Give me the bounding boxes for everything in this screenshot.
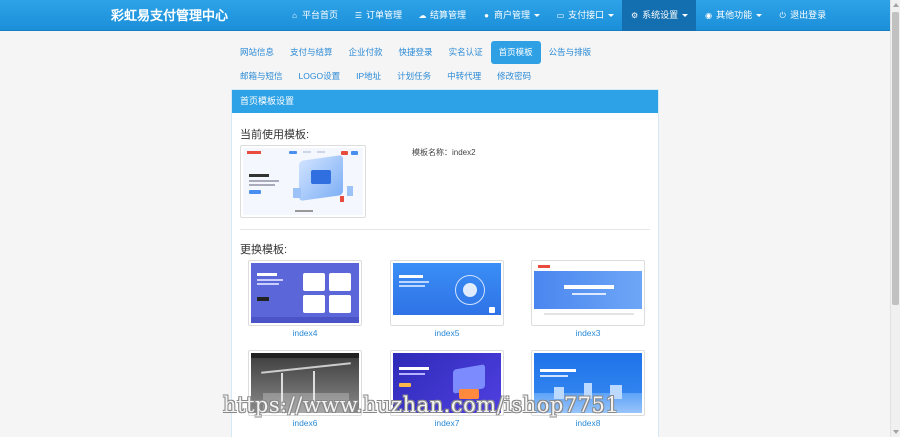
template-screenshot (393, 263, 501, 323)
card-icon: ▭ (556, 11, 565, 20)
scroll-up-arrow-icon[interactable] (893, 3, 899, 7)
nav-item-settlement[interactable]: ☁ 结算管理 (410, 0, 474, 31)
nav-label: 结算管理 (430, 10, 467, 20)
nav-item-payment-api[interactable]: ▭ 支付接口 (548, 0, 622, 31)
globe-icon: ◉ (705, 11, 713, 20)
template-settings-panel: 首页模板设置 当前使用模板: 模板名称：index2 更换模板: index4 … (231, 89, 659, 437)
page-scrollbar[interactable] (890, 0, 900, 437)
chevron-down-icon (608, 14, 615, 17)
tab-enterprise-payment[interactable]: 企业付款 (341, 41, 391, 64)
tab-announcement[interactable]: 公告与排版 (541, 41, 600, 64)
brand-title[interactable]: 彩虹易支付管理中心 (111, 0, 228, 31)
nav-item-orders[interactable]: ☰ 订单管理 (346, 0, 410, 31)
gear-icon: ⚙ (630, 11, 639, 20)
chevron-down-icon (534, 14, 541, 17)
tab-payment-settlement[interactable]: 支付与结算 (282, 41, 341, 64)
nav-label: 系统设置 (642, 10, 679, 20)
main-nav: ⌂ 平台首页 ☰ 订单管理 ☁ 结算管理 ● 商户管理 ▭ 支付接口 ⚙ 系统设置 ◉ 其他功… (282, 0, 834, 31)
change-template-heading: 更换模板: (240, 244, 288, 256)
chevron-down-icon (756, 14, 763, 17)
tab-row-2: 邮箱与短信 LOGO设置 IP地址 计划任务 中转代理 修改密码 (232, 65, 662, 88)
template-card-index5[interactable]: index5 (390, 260, 504, 339)
template-name-label: 模板名称： (412, 148, 452, 157)
scrollbar-thumb[interactable] (892, 12, 899, 305)
power-icon: ⏻ (779, 11, 786, 20)
nav-label: 退出登录 (790, 10, 827, 20)
top-navbar: 彩虹易支付管理中心 ⌂ 平台首页 ☰ 订单管理 ☁ 结算管理 ● 商户管理 ▭ 支付接口 … (0, 0, 890, 31)
tab-quick-login[interactable]: 快捷登录 (391, 41, 441, 64)
nav-item-home[interactable]: ⌂ 平台首页 (282, 0, 346, 31)
template-thumbnail[interactable] (531, 260, 645, 326)
template-thumbnail[interactable] (390, 260, 504, 326)
template-thumbnail[interactable] (248, 260, 362, 326)
template-card-index7[interactable]: index7 (390, 350, 504, 429)
tab-site-info[interactable]: 网站信息 (232, 41, 282, 64)
cloud-icon: ☁ (418, 11, 427, 20)
tab-proxy[interactable]: 中转代理 (439, 65, 489, 88)
template-name[interactable]: index7 (390, 418, 504, 429)
template-card-index4[interactable]: index4 (248, 260, 362, 339)
template-card-index3[interactable]: index3 (531, 260, 645, 339)
current-template-heading: 当前使用模板: (240, 129, 310, 141)
nav-item-logout[interactable]: ⏻ 退出登录 (770, 0, 834, 31)
nav-label: 商户管理 (494, 10, 531, 20)
watermark-text: https://www.huzhan.com/ishop7751 (223, 393, 620, 417)
template-card-index6[interactable]: index6 (248, 350, 362, 429)
tab-ip-address[interactable]: IP地址 (348, 65, 389, 88)
template-name[interactable]: index5 (390, 328, 504, 339)
template-screenshot (251, 263, 359, 323)
nav-item-other[interactable]: ◉ 其他功能 (696, 0, 770, 31)
tab-change-password[interactable]: 修改密码 (489, 65, 539, 88)
section-divider (240, 229, 650, 230)
nav-item-merchants[interactable]: ● 商户管理 (474, 0, 548, 31)
template-name[interactable]: index8 (531, 418, 645, 429)
panel-title: 首页模板设置 (232, 90, 658, 113)
current-template-preview (240, 145, 366, 218)
tab-email-sms[interactable]: 邮箱与短信 (232, 65, 291, 88)
template-name-info: 模板名称：index2 (412, 147, 476, 158)
template-name[interactable]: index6 (248, 418, 362, 429)
nav-label: 平台首页 (302, 10, 339, 20)
template-screenshot (243, 148, 363, 215)
template-card-index8[interactable]: index8 (531, 350, 645, 429)
template-screenshot (534, 263, 642, 323)
tab-homepage-template[interactable]: 首页模板 (490, 41, 541, 64)
user-icon: ● (484, 11, 489, 20)
nav-label: 其他功能 (716, 10, 753, 20)
tab-logo[interactable]: LOGO设置 (291, 65, 349, 88)
template-name-value: index2 (452, 148, 476, 157)
nav-label: 支付接口 (568, 10, 605, 20)
list-icon: ☰ (354, 11, 363, 20)
tab-row-1: 网站信息 支付与结算 企业付款 快捷登录 实名认证 首页模板 公告与排版 (232, 41, 662, 64)
template-name[interactable]: index3 (531, 328, 645, 339)
tab-scheduled-tasks[interactable]: 计划任务 (389, 65, 439, 88)
settings-tabs: 网站信息 支付与结算 企业付款 快捷登录 实名认证 首页模板 公告与排版 邮箱与… (232, 41, 662, 89)
tab-realname-auth[interactable]: 实名认证 (441, 41, 491, 64)
nav-item-system-settings[interactable]: ⚙ 系统设置 (622, 0, 697, 31)
template-name[interactable]: index4 (248, 328, 362, 339)
home-icon: ⌂ (292, 11, 297, 20)
nav-label: 订单管理 (366, 10, 403, 20)
scroll-down-arrow-icon[interactable] (893, 430, 899, 434)
chevron-down-icon (682, 14, 689, 17)
